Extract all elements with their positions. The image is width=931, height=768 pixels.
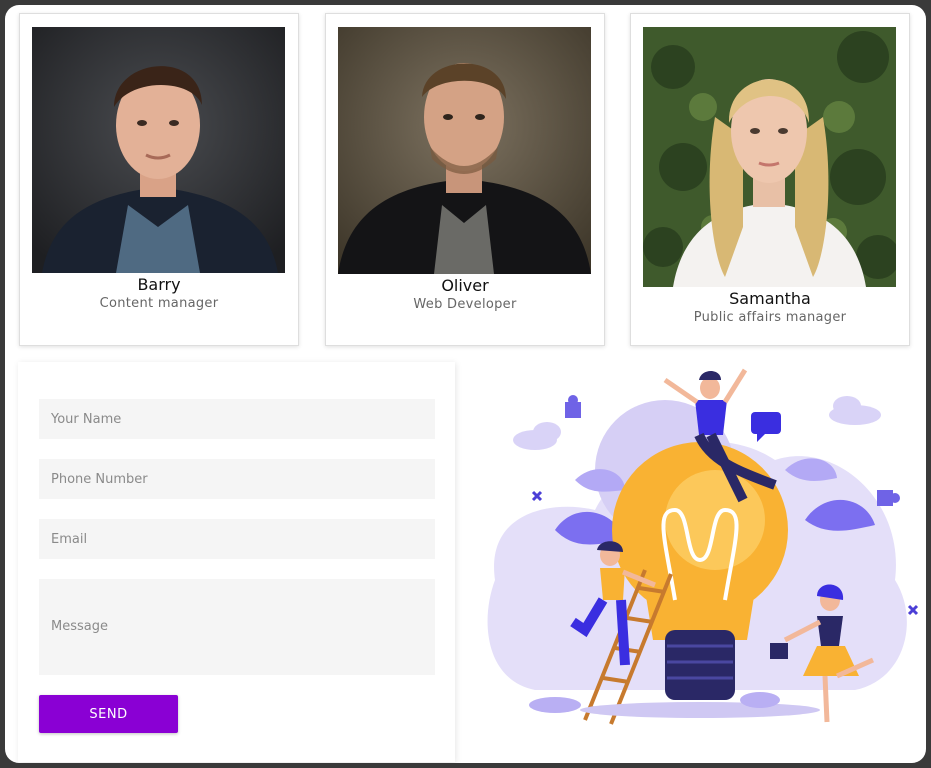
email-field[interactable] [39, 519, 435, 559]
name-field[interactable] [39, 399, 435, 439]
team-card-barry: Barry Content manager [19, 13, 299, 346]
team-member-name: Samantha [729, 289, 811, 308]
team-card-oliver: Oliver Web Developer [325, 13, 605, 346]
avatar [32, 27, 285, 273]
person-photo-samantha-icon [643, 27, 896, 287]
lightbulb-teamwork-illustration-icon [475, 360, 925, 745]
person-photo-oliver-icon [338, 27, 591, 274]
page-frame: Barry Content manager Oliver Web Develop… [5, 5, 926, 763]
person-photo-barry-icon [32, 27, 285, 273]
team-card-samantha: Samantha Public affairs manager [630, 13, 910, 346]
team-member-name: Barry [137, 275, 181, 294]
avatar [338, 27, 591, 274]
phone-field[interactable] [39, 459, 435, 499]
avatar [643, 27, 896, 287]
team-member-role: Public affairs manager [693, 310, 847, 325]
send-button[interactable]: SEND [39, 695, 178, 733]
team-member-role: Web Developer [413, 297, 517, 312]
team-member-name: Oliver [441, 276, 489, 295]
team-member-role: Content manager [99, 296, 219, 311]
contact-form: SEND [18, 362, 455, 762]
message-field[interactable] [39, 579, 435, 675]
